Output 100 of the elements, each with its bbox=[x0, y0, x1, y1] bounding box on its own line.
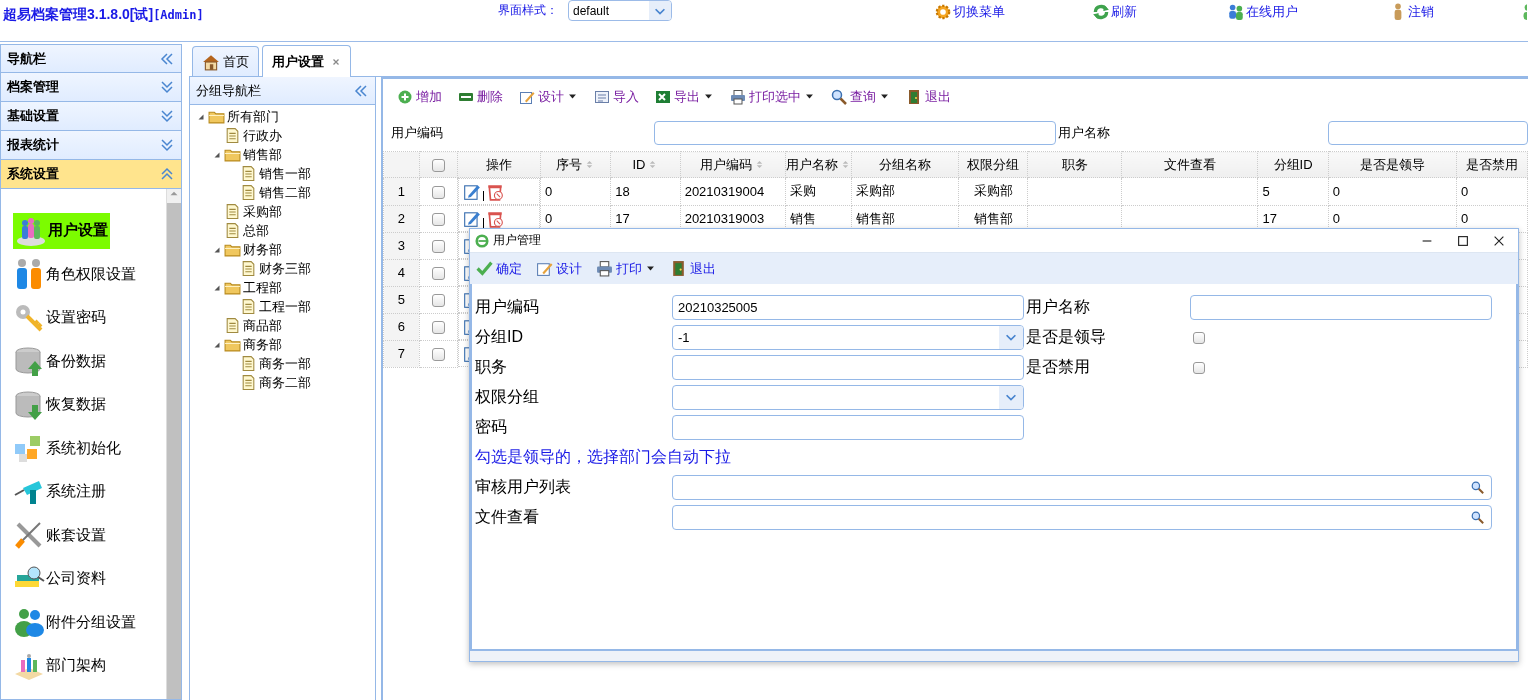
tree-item[interactable]: 总部 bbox=[243, 221, 269, 240]
row-number: 5 bbox=[383, 286, 420, 313]
toolbar-button[interactable]: 打印选中 bbox=[726, 87, 819, 106]
toolbar-button[interactable]: 打印 bbox=[592, 259, 660, 278]
toolbar-button[interactable]: 增加 bbox=[393, 87, 446, 106]
field-label: 分组ID bbox=[475, 326, 524, 347]
toolbar-button[interactable]: 导入 bbox=[590, 87, 643, 106]
accordion-header[interactable]: 基础设置 bbox=[1, 101, 181, 130]
column-header[interactable]: 文件查看 bbox=[1121, 151, 1258, 178]
table-cell: 销售部 bbox=[973, 210, 1013, 226]
panel-title: 分组导航栏 bbox=[196, 81, 261, 100]
tree-item[interactable]: 采购部 bbox=[243, 202, 282, 221]
table-cell: 采购部 bbox=[855, 183, 895, 199]
dialog-title: 用户管理 bbox=[493, 232, 542, 249]
table-cell: 0 bbox=[1332, 211, 1340, 226]
column-header[interactable]: 权限分组 bbox=[958, 151, 1028, 178]
table-cell: 5 bbox=[1262, 183, 1270, 199]
header-link[interactable]: 刷新 bbox=[1092, 3, 1227, 21]
input-field[interactable]: 20210325005 bbox=[672, 294, 1024, 320]
table-cell: 17 bbox=[615, 211, 630, 226]
column-header[interactable]: 分组ID bbox=[1258, 151, 1329, 178]
nav-item[interactable]: 公司资料 bbox=[13, 560, 108, 597]
column-header[interactable]: 序号 bbox=[540, 151, 611, 178]
table-cell: 0 bbox=[1460, 211, 1469, 226]
nav-item[interactable]: 备份数据 bbox=[13, 343, 108, 380]
nav-item[interactable]: 系统初始化 bbox=[13, 430, 123, 467]
tree-item[interactable]: 商务部 bbox=[243, 335, 282, 354]
table-cell: 0 bbox=[545, 211, 553, 226]
table-cell: 18 bbox=[615, 183, 630, 199]
accordion-header[interactable]: 系统设置 bbox=[1, 159, 181, 188]
column-header[interactable]: 是否禁用 bbox=[1456, 151, 1528, 178]
accordion-header[interactable]: 报表统计 bbox=[1, 130, 181, 159]
table-cell: 采购部 bbox=[973, 183, 1013, 199]
field-label: 用户名称 bbox=[1025, 296, 1091, 317]
field-label: 职务 bbox=[475, 356, 508, 377]
table-cell: 0 bbox=[1332, 183, 1340, 199]
tree-item[interactable]: 商务二部 bbox=[259, 373, 311, 392]
tree-item[interactable]: 销售部 bbox=[243, 145, 282, 164]
tree-item[interactable]: 工程部 bbox=[243, 278, 282, 297]
hint-text: 勾选是领导的，选择部门会自动下拉 bbox=[475, 446, 732, 467]
toolbar-button[interactable]: 删除 bbox=[454, 87, 507, 106]
header-link[interactable]: 在线用户 bbox=[1227, 3, 1389, 21]
column-header[interactable]: 职务 bbox=[1027, 151, 1122, 178]
row-number: 3 bbox=[383, 232, 420, 259]
toolbar-button[interactable]: 设计 bbox=[515, 87, 582, 106]
field-label: 用户名称 bbox=[1056, 124, 1111, 142]
field-label: 是否禁用 bbox=[1025, 356, 1091, 377]
column-header[interactable]: 是否是领导 bbox=[1328, 151, 1457, 178]
toolbar-button[interactable]: 设计 bbox=[532, 259, 586, 278]
nav-item[interactable]: 设置密码 bbox=[13, 299, 108, 336]
row-number: 2 bbox=[383, 205, 420, 232]
combo-box[interactable]: -1 bbox=[672, 324, 1024, 350]
header-link[interactable]: 注销 bbox=[1389, 3, 1519, 21]
toolbar-button[interactable]: 查询 bbox=[827, 87, 894, 106]
tree-item[interactable]: 财务部 bbox=[243, 240, 282, 259]
toolbar-button[interactable]: 退出 bbox=[902, 87, 955, 106]
table-cell: 20210319003 bbox=[684, 211, 765, 226]
nav-item[interactable]: 用户设置 bbox=[13, 212, 110, 249]
nav-item[interactable]: 账套设置 bbox=[13, 517, 108, 554]
table-cell: 0 bbox=[545, 183, 553, 199]
field-label: 密码 bbox=[475, 416, 508, 437]
row-number: 4 bbox=[383, 259, 420, 286]
table-cell: 0 bbox=[1460, 183, 1469, 199]
column-header[interactable]: 操作 bbox=[457, 151, 541, 178]
tree-item[interactable]: 商务一部 bbox=[259, 354, 311, 373]
nav-item[interactable]: 附件分组设置 bbox=[13, 604, 138, 641]
table-cell: 17 bbox=[1262, 211, 1277, 226]
toolbar-button[interactable]: 退出 bbox=[666, 259, 720, 278]
tree-item[interactable]: 工程一部 bbox=[259, 297, 311, 316]
column-header[interactable]: 用户名称 bbox=[785, 151, 852, 178]
table-cell: 20210319004 bbox=[684, 183, 765, 199]
tree-item[interactable]: 所有部门 bbox=[227, 107, 279, 126]
field-label: 权限分组 bbox=[475, 386, 540, 407]
nav-item[interactable]: 角色权限设置 bbox=[13, 256, 138, 293]
tab[interactable]: 用户设置 bbox=[262, 45, 351, 77]
tree-item[interactable]: 销售二部 bbox=[259, 183, 311, 202]
tab[interactable]: 首页 bbox=[192, 46, 259, 76]
nav-item[interactable]: 恢复数据 bbox=[13, 386, 108, 423]
nav-title: 导航栏 bbox=[7, 49, 46, 68]
field-label: 是否是领导 bbox=[1025, 326, 1107, 347]
column-header[interactable]: ID bbox=[610, 151, 681, 178]
tree-item[interactable]: 财务三部 bbox=[259, 259, 311, 278]
nav-item[interactable]: 系统注册 bbox=[13, 473, 108, 510]
toolbar-button[interactable]: 导出 bbox=[651, 87, 718, 106]
nav-item[interactable]: 部门架构 bbox=[13, 647, 108, 684]
accordion-header[interactable]: 档案管理 bbox=[1, 72, 181, 101]
tree-item[interactable]: 行政办 bbox=[243, 126, 282, 145]
field-label: 用户编码 bbox=[475, 296, 540, 317]
column-header[interactable]: 分组名称 bbox=[851, 151, 959, 178]
theme-select[interactable]: default bbox=[568, 0, 672, 21]
row-number: 1 bbox=[383, 177, 420, 205]
header-link[interactable]: 切换菜单 bbox=[934, 3, 1092, 21]
tree-item[interactable]: 商品部 bbox=[243, 316, 282, 335]
field-label: 用户编码 bbox=[390, 124, 444, 142]
tree-item[interactable]: 销售一部 bbox=[259, 164, 311, 183]
table-cell: 销售 bbox=[789, 210, 816, 226]
row-number: 6 bbox=[383, 313, 420, 340]
table-cell: 销售部 bbox=[855, 210, 895, 226]
column-header[interactable]: 用户编码 bbox=[680, 151, 786, 178]
field-label: 审核用户列表 bbox=[475, 476, 572, 497]
